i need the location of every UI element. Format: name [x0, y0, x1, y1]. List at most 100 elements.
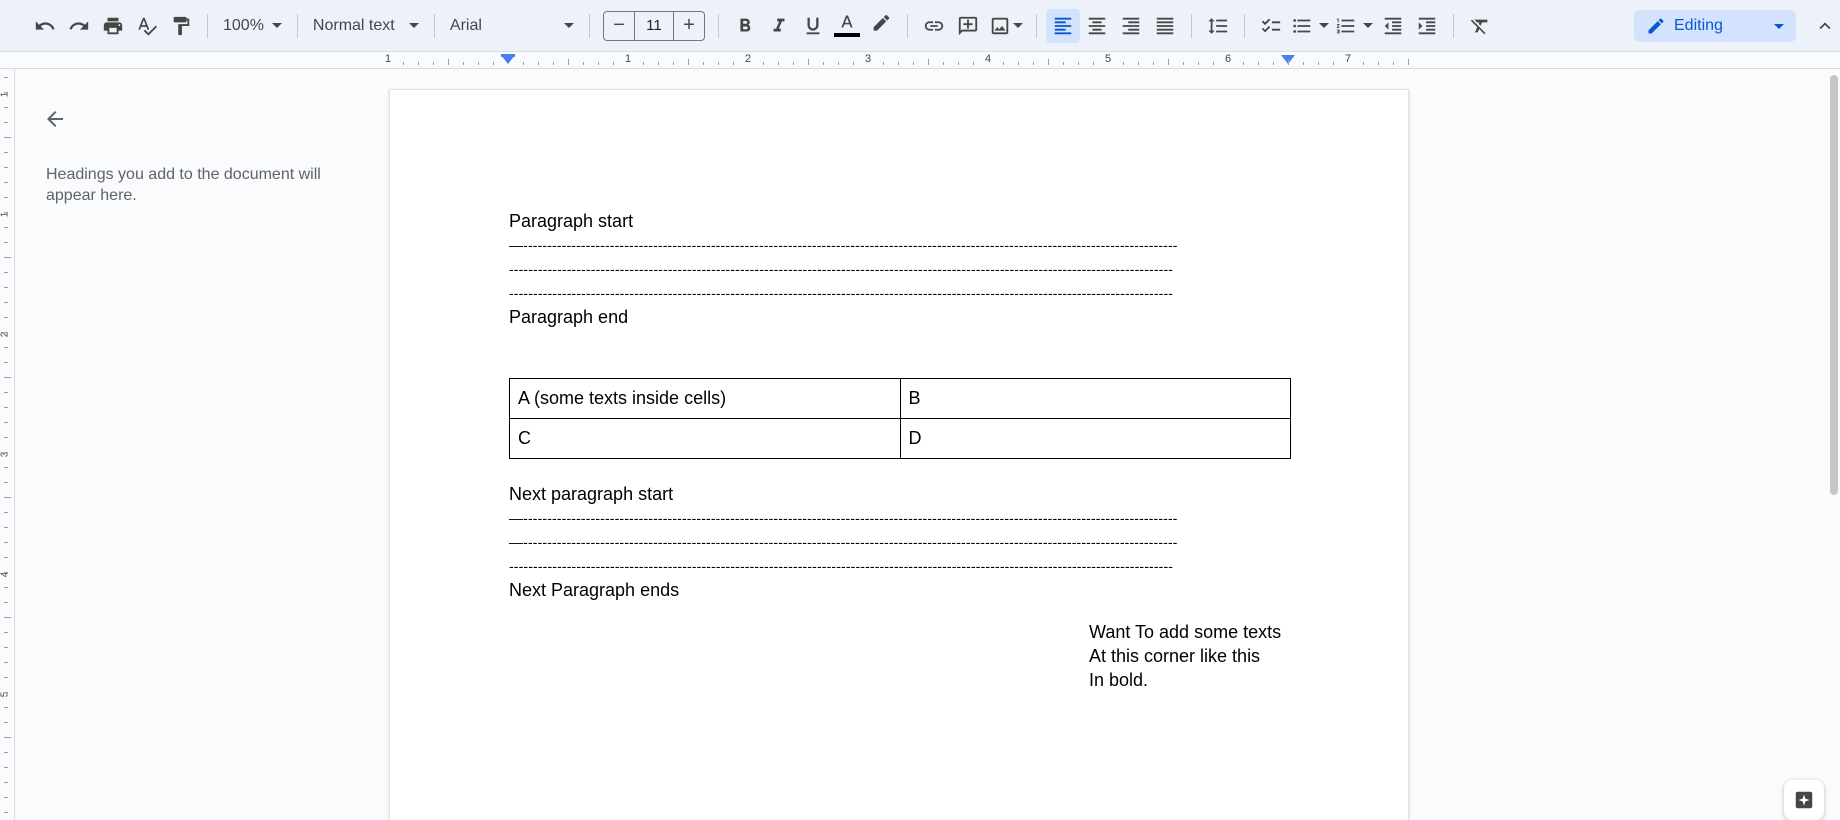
font-family-dropdown[interactable]: Arial: [444, 9, 580, 43]
add-comment-button[interactable]: [951, 9, 985, 43]
table-cell[interactable]: A (some texts inside cells): [509, 378, 901, 419]
decrease-font-size-button[interactable]: −: [604, 12, 634, 40]
bold-button[interactable]: [728, 9, 762, 43]
ruler-tick: [538, 62, 539, 65]
ruler-tick: [1138, 62, 1139, 65]
toolbar-divider: [207, 13, 208, 38]
clear-formatting-button[interactable]: [1463, 9, 1497, 43]
vertical-scrollbar[interactable]: [1830, 75, 1838, 495]
bulleted-list-button[interactable]: [1288, 9, 1332, 43]
ruler-tick: [4, 317, 8, 318]
dash-line[interactable]: ----------------------------------------…: [509, 257, 1285, 281]
checklist-button[interactable]: [1254, 9, 1288, 43]
underline-button[interactable]: [796, 9, 830, 43]
print-button[interactable]: [96, 9, 130, 43]
document-page[interactable]: Paragraph start —-----------------------…: [389, 89, 1409, 820]
ruler-tick: [4, 287, 8, 288]
explore-button[interactable]: [1784, 780, 1824, 820]
ruler-tick: [1273, 62, 1274, 65]
spellcheck-button[interactable]: [130, 9, 164, 43]
chevron-up-icon: [1819, 22, 1831, 30]
dash-line[interactable]: ----------------------------------------…: [509, 281, 1285, 305]
zoom-dropdown[interactable]: 100%: [217, 9, 288, 43]
table-row: C D: [509, 418, 1291, 459]
ruler-tick: [4, 347, 8, 348]
document-body[interactable]: Paragraph start —-----------------------…: [509, 209, 1291, 692]
left-indent-marker[interactable]: [501, 55, 515, 64]
ruler-tick: [658, 62, 659, 65]
justify-button[interactable]: [1148, 9, 1182, 43]
ruler-tick: [433, 62, 434, 65]
text-color-button[interactable]: [830, 9, 864, 43]
redo-button[interactable]: [62, 9, 96, 43]
paragraph-start-text[interactable]: Paragraph start: [509, 209, 1289, 233]
editing-mode-dropdown[interactable]: Editing: [1634, 10, 1796, 42]
align-center-button[interactable]: [1080, 9, 1114, 43]
undo-icon: [35, 20, 55, 30]
next-paragraph-end-text[interactable]: Next Paragraph ends: [509, 578, 1289, 602]
ruler-tick: [973, 62, 974, 65]
dash-line[interactable]: —---------------------------------------…: [509, 233, 1285, 257]
next-paragraph-start-text[interactable]: Next paragraph start: [509, 482, 1289, 506]
dash-line[interactable]: ----------------------------------------…: [509, 554, 1285, 578]
ruler-tick: [1393, 62, 1394, 65]
horizontal-ruler[interactable]: 1 1 2 3 4 5 6 7: [0, 52, 1840, 69]
ruler-tick: [793, 62, 794, 65]
ruler-tick: [4, 812, 8, 813]
ruler-tick: [1213, 62, 1214, 65]
paragraph-end-text[interactable]: Paragraph end: [509, 305, 1289, 329]
ruler-tick: [4, 647, 8, 648]
ruler-tick: [1258, 62, 1259, 65]
insert-link-button[interactable]: [917, 9, 951, 43]
insert-image-button[interactable]: [985, 9, 1027, 43]
increase-indent-button[interactable]: [1410, 9, 1444, 43]
ruler-tick: [583, 62, 584, 65]
ruler-tick: [4, 692, 8, 693]
ruler-tick: [1318, 62, 1319, 65]
paint-format-button[interactable]: [164, 9, 198, 43]
align-right-button[interactable]: [1114, 9, 1148, 43]
corner-text-line[interactable]: At this corner like this: [1089, 644, 1289, 668]
italic-button[interactable]: [762, 9, 796, 43]
toolbar-divider: [1452, 13, 1454, 38]
close-outline-button[interactable]: [35, 99, 75, 139]
toolbar-divider: [433, 13, 435, 38]
vertical-ruler[interactable]: 112345: [0, 69, 15, 820]
font-size-input[interactable]: [633, 11, 674, 40]
paragraph-style-dropdown[interactable]: Normal text: [307, 9, 425, 43]
ruler-tick: [4, 107, 8, 108]
toolbar-divider: [717, 13, 719, 38]
align-left-button[interactable]: [1045, 8, 1080, 43]
ruler-tick: [1003, 62, 1004, 65]
ruler-tick: [4, 437, 8, 438]
ruler-tick: [703, 62, 704, 65]
link-icon: [924, 20, 944, 31]
ruler-tick: [523, 62, 524, 65]
corner-text-line[interactable]: Want To add some texts: [1089, 620, 1289, 644]
increase-font-size-button[interactable]: +: [674, 12, 704, 40]
dash-line[interactable]: —---------------------------------------…: [509, 506, 1285, 530]
corner-text-line[interactable]: In bold.: [1089, 668, 1289, 692]
ruler-tick: [4, 392, 8, 393]
highlight-color-button[interactable]: [864, 9, 898, 43]
text-color-swatch: [833, 33, 860, 37]
underline-icon: [806, 17, 820, 34]
table-cell[interactable]: D: [899, 418, 1291, 459]
align-center-icon: [1088, 17, 1106, 34]
decrease-indent-button[interactable]: [1376, 9, 1410, 43]
line-spacing-button[interactable]: [1201, 9, 1235, 43]
document-outline-panel: Headings you add to the document will ap…: [15, 69, 355, 820]
ruler-tick: [1048, 59, 1049, 65]
document-table[interactable]: A (some texts inside cells) B C D: [509, 378, 1291, 459]
undo-button[interactable]: [28, 9, 62, 43]
numbered-list-button[interactable]: [1332, 9, 1376, 43]
toolbar-divider: [1190, 13, 1192, 38]
table-cell[interactable]: C: [509, 418, 901, 459]
table-cell[interactable]: B: [899, 378, 1291, 419]
ruler-tick: [493, 62, 494, 65]
hide-menus-button[interactable]: [1810, 10, 1840, 42]
dash-line[interactable]: —---------------------------------------…: [509, 530, 1285, 554]
corner-text-block[interactable]: Want To add some texts At this corner li…: [509, 620, 1289, 692]
arrow-back-icon: [47, 111, 63, 127]
